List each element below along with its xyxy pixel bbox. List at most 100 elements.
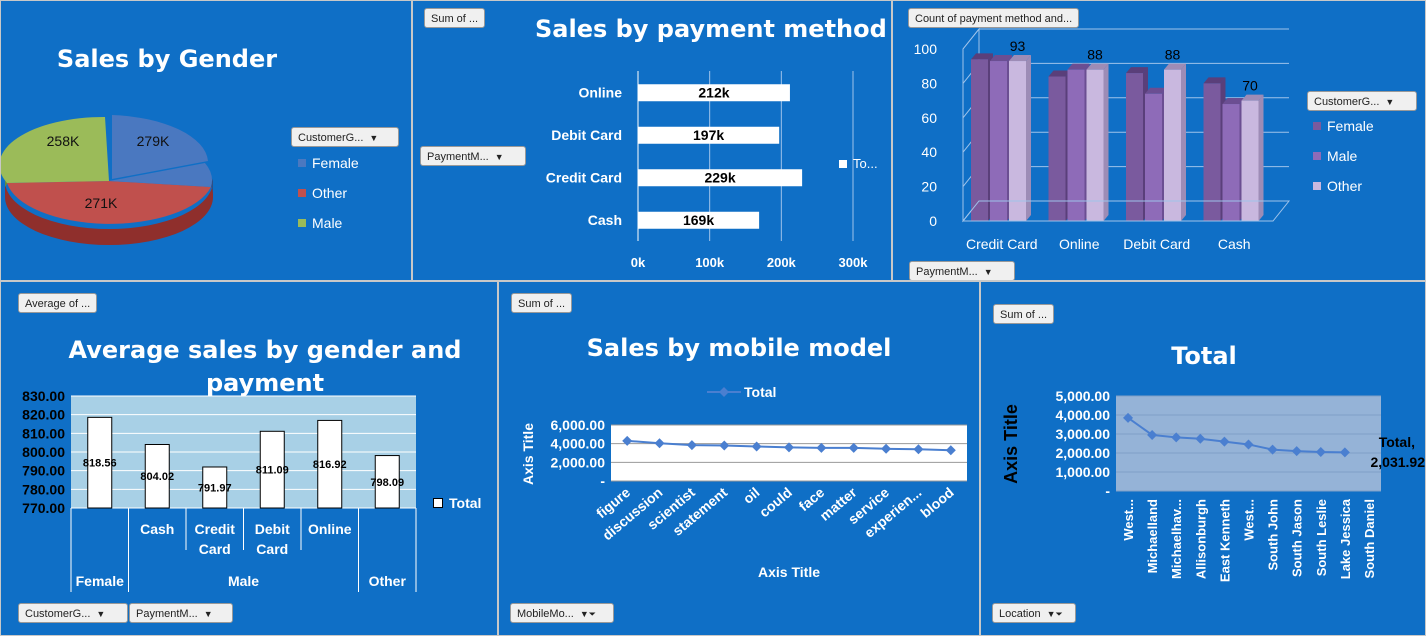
mobile-filter-label: MobileMo...: [517, 608, 574, 620]
group-label: Other: [369, 573, 407, 589]
y-tick-label: 4,000.00: [551, 436, 606, 452]
data-label: 88: [1165, 47, 1181, 63]
count-legend: Female Male Other: [1313, 111, 1374, 201]
category-label: Debit Card: [551, 127, 622, 143]
gender-pie: 279K 258K 271K: [1, 115, 214, 245]
count-bar: [1222, 104, 1240, 221]
x-tick-label: Michaelland: [1145, 499, 1160, 573]
x-axis-title: Axis Title: [758, 564, 820, 580]
y-tick-label: 790.00: [22, 463, 65, 479]
average-gender-filter-button[interactable]: CustomerG... ▼: [18, 603, 128, 623]
point-label: 2,031.92: [1371, 454, 1426, 470]
bar-value-label: 197k: [693, 127, 724, 143]
y-axis-title: Axis Title: [520, 423, 536, 485]
y-tick-label: -: [1105, 483, 1110, 499]
data-label: 88: [1087, 47, 1103, 63]
bar-side: [1181, 63, 1186, 221]
data-label: 70: [1242, 78, 1258, 94]
y-tick-label: 2,000.00: [551, 454, 606, 470]
x-tick-label: 300k: [839, 255, 869, 270]
bar-side: [1103, 63, 1109, 221]
count-gender-filter-button[interactable]: CustomerG... ▼: [1307, 91, 1417, 111]
legend-item-female: Female: [298, 148, 359, 178]
legend-label: Male: [1327, 148, 1358, 164]
x-tick-label: Online: [308, 521, 352, 537]
x-tick-label: Debit: [255, 521, 290, 537]
legend-label: Female: [312, 155, 359, 171]
y-tick-label: 0: [929, 213, 937, 229]
legend-label: Female: [1327, 118, 1374, 134]
gender-filter-label: CustomerG...: [1314, 96, 1380, 108]
legend-label: Other: [312, 185, 348, 201]
y-tick-label: 60: [921, 110, 937, 126]
x-tick-label: Card: [256, 541, 288, 557]
y-tick-label: 80: [921, 75, 937, 91]
count-bar: [1067, 69, 1085, 221]
location-panel: Sum of ... Total -1,000.00 2,000.00 3,000.…: [980, 281, 1426, 636]
average-legend: Total: [433, 495, 481, 511]
mobile-filter-button[interactable]: MobileMo... ▼⏷: [510, 603, 614, 623]
x-tick-label: Debit Card: [1123, 236, 1190, 252]
bar-value-label: 798.09: [370, 477, 404, 489]
y-tick-label: 100: [914, 41, 938, 57]
x-tick-label: Credit Card: [966, 236, 1038, 252]
payment-panel: Sum of ... Sales by payment method Payme…: [412, 0, 892, 281]
y-tick-label: 40: [921, 144, 937, 160]
gender-filter-label: CustomerG...: [298, 132, 364, 144]
count-bar: [1241, 100, 1259, 221]
y-tick-label: 3,000.00: [1056, 426, 1111, 442]
x-tick-label: 0k: [631, 255, 646, 270]
gender-panel: Sales by Gender 279K 258K 271K CustomerG…: [0, 0, 412, 281]
x-tick-label: Cash: [1218, 236, 1251, 252]
location-filter-label: Location: [999, 608, 1041, 620]
y-tick-label: 810.00: [22, 425, 65, 441]
x-tick-label: West...: [1242, 499, 1257, 541]
gridline: [962, 28, 980, 50]
x-tick-label: South Jason: [1290, 499, 1305, 577]
pie-label-other: 271K: [85, 195, 118, 211]
x-tick-label: East Kenneth: [1217, 499, 1232, 582]
group-label: Male: [228, 573, 259, 589]
average-panel: Average of ... Average sales by gender a…: [0, 281, 498, 636]
y-tick-label: -: [600, 473, 605, 489]
group-label: Female: [76, 573, 124, 589]
gender-filter-label: CustomerG...: [25, 608, 91, 620]
count-bar: [1086, 69, 1104, 221]
filter-icon: ▼⏷: [1046, 609, 1063, 619]
legend-marker: [719, 387, 729, 397]
average-chart: 770.00 780.00 790.00 800.00 810.00 820.00 830.…: [22, 388, 417, 592]
x-tick-label: 200k: [767, 255, 797, 270]
count-bar: [1048, 76, 1066, 222]
legend-label: Male: [312, 215, 343, 231]
average-payment-filter-button[interactable]: PaymentM... ▼: [129, 603, 233, 623]
count-payment-filter-button[interactable]: PaymentM... ▼: [909, 261, 1015, 280]
y-tick-label: 1,000.00: [1056, 464, 1111, 480]
payment-filter-label: PaymentM...: [916, 266, 978, 278]
x-tick-label: Online: [1059, 236, 1100, 252]
y-tick-label: 2,000.00: [1056, 445, 1111, 461]
category-label: Online: [578, 84, 622, 100]
location-filter-button[interactable]: Location ▼⏷: [992, 603, 1076, 623]
gender-filter-button[interactable]: CustomerG... ▼: [291, 127, 399, 147]
chevron-down-icon: ▼: [983, 267, 993, 277]
point-label: Total,: [1379, 434, 1415, 450]
count-bar: [990, 61, 1007, 221]
bar-value-label: 811.09: [256, 465, 289, 477]
data-label: 93: [1010, 38, 1026, 54]
plot-area: [611, 425, 967, 481]
x-tick-label: Allisonburgh: [1193, 499, 1208, 579]
y-tick-label: 20: [921, 179, 937, 195]
x-tick-label: South John: [1266, 499, 1281, 571]
x-tick-label: could: [756, 484, 795, 520]
legend-item-other: Other: [1313, 171, 1374, 201]
pie-slice-male: [1, 116, 109, 183]
legend-item-female: Female: [1313, 111, 1374, 141]
x-tick-label: Card: [199, 541, 231, 557]
x-tick-label: Cash: [140, 521, 174, 537]
x-tick-label: 100k: [695, 255, 725, 270]
bar-side: [1258, 94, 1264, 221]
legend-label: Other: [1327, 178, 1363, 194]
x-tick-label: West...: [1121, 499, 1136, 541]
bar-side: [1026, 55, 1031, 221]
bar-value-label: 212k: [698, 84, 729, 100]
